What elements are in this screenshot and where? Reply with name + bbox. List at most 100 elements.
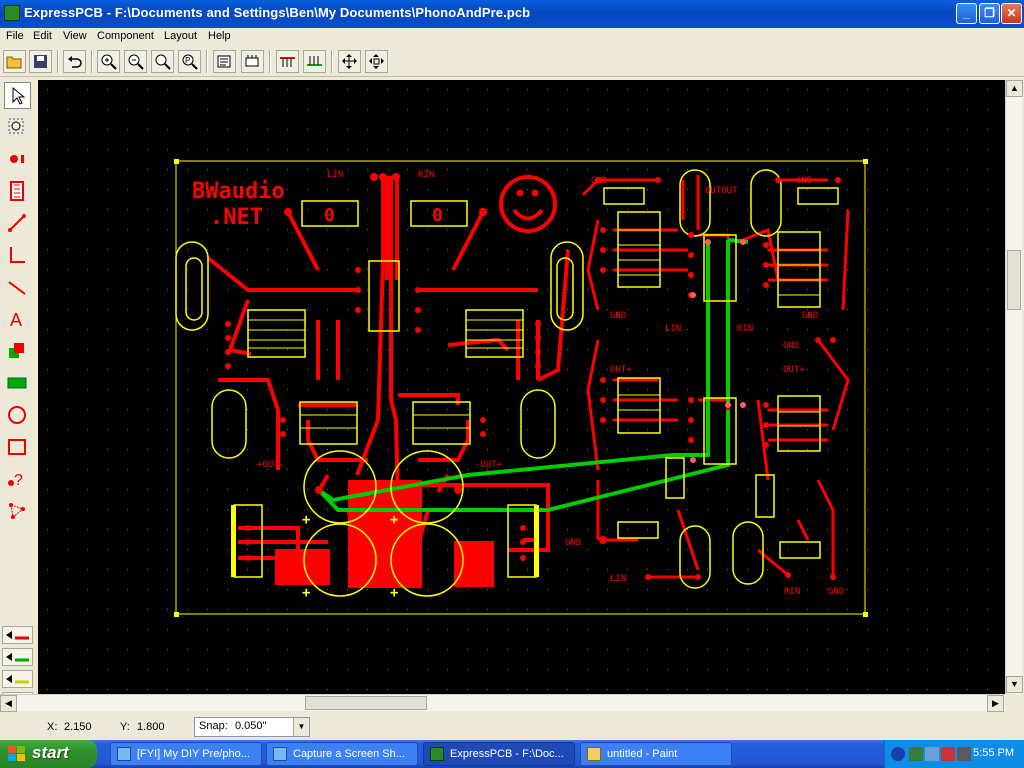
label-gnd-4: GND bbox=[802, 311, 818, 321]
netlist-icon[interactable] bbox=[4, 498, 31, 525]
move-icon[interactable] bbox=[338, 50, 361, 73]
zoom-in-icon[interactable] bbox=[97, 50, 120, 73]
svg-text:A: A bbox=[10, 310, 22, 329]
select-arrow-icon[interactable] bbox=[4, 82, 31, 109]
component-manager-icon[interactable] bbox=[241, 50, 264, 73]
tray-expand-icon[interactable] bbox=[891, 747, 905, 761]
label-rin-top: RIN bbox=[418, 170, 434, 180]
taskbar-item-paint[interactable]: untitled - Paint bbox=[580, 742, 732, 766]
toolbar: P bbox=[0, 47, 1024, 77]
layer-bottom-toggle[interactable] bbox=[2, 648, 33, 666]
undo-icon[interactable] bbox=[63, 50, 86, 73]
x-label: X: bbox=[47, 721, 58, 733]
snap-label: Snap: bbox=[199, 720, 228, 732]
menu-bar: File Edit View Component Layout Help bbox=[0, 28, 1024, 46]
menu-edit[interactable]: Edit bbox=[33, 30, 52, 42]
chevron-down-icon[interactable]: ▼ bbox=[293, 718, 309, 736]
top-layer-icon[interactable] bbox=[276, 50, 299, 73]
zoom-previous-icon[interactable]: P bbox=[178, 50, 201, 73]
scroll-down-icon[interactable]: ▼ bbox=[1006, 676, 1023, 693]
horizontal-scroll-thumb[interactable] bbox=[305, 696, 427, 710]
y-coordinate: 1.800 bbox=[137, 721, 165, 733]
label-gnd-5: GND bbox=[783, 341, 799, 351]
save-icon[interactable] bbox=[29, 50, 52, 73]
label-gnd-1: GND bbox=[591, 176, 607, 186]
rotate-icon[interactable] bbox=[365, 50, 388, 73]
component-icon[interactable] bbox=[4, 178, 31, 205]
taskbar: start [FYI] My DIY Pre/pho... Capture a … bbox=[0, 740, 1024, 768]
restore-button[interactable]: ❐ bbox=[979, 3, 1000, 24]
layer-top-toggle[interactable] bbox=[2, 626, 33, 644]
label-out-right: -OUT+ bbox=[475, 460, 503, 470]
start-button[interactable]: start bbox=[0, 740, 97, 768]
ie-icon bbox=[117, 747, 131, 761]
label-gnd-3: GND bbox=[610, 311, 626, 321]
label-gnd-2: GND bbox=[796, 176, 812, 186]
svg-text:P: P bbox=[185, 56, 190, 65]
network-icon[interactable] bbox=[909, 747, 923, 761]
minimize-button[interactable]: _ bbox=[956, 3, 977, 24]
close-button[interactable]: ✕ bbox=[1001, 3, 1022, 24]
pad-icon[interactable] bbox=[4, 146, 31, 173]
zoom-window-icon[interactable] bbox=[151, 50, 174, 73]
label-outout: OUTOUT bbox=[705, 186, 738, 196]
corner-trace-icon[interactable] bbox=[4, 242, 31, 269]
rectangle-icon[interactable] bbox=[4, 434, 31, 461]
menu-help[interactable]: Help bbox=[208, 30, 231, 42]
start-label: start bbox=[32, 743, 69, 762]
open-icon[interactable] bbox=[3, 50, 26, 73]
snap-value: 0.050" bbox=[235, 720, 267, 732]
horizontal-scrollbar[interactable]: ◀ ▶ bbox=[0, 694, 1005, 712]
system-tray: 5:55 PM bbox=[884, 740, 1024, 768]
monitor-icon[interactable] bbox=[925, 747, 939, 761]
menu-view[interactable]: View bbox=[63, 30, 87, 42]
label-lin-mid: LIN bbox=[665, 324, 681, 334]
vertical-scroll-thumb[interactable] bbox=[1007, 250, 1021, 310]
straight-trace-icon[interactable] bbox=[4, 274, 31, 301]
query-icon[interactable]: ? bbox=[4, 466, 31, 493]
brand-bwaudio: BWaudio bbox=[192, 179, 285, 204]
app-window: ExpressPCB - F:\Documents and Settings\B… bbox=[0, 0, 1024, 740]
vertical-scrollbar[interactable]: ▲ ▼ bbox=[1005, 80, 1023, 694]
zoom-out-icon[interactable] bbox=[124, 50, 147, 73]
svg-text:+: + bbox=[390, 585, 398, 601]
paint-icon bbox=[587, 747, 601, 761]
layer-silk-toggle[interactable] bbox=[2, 670, 33, 688]
status-bar: X: 2.150 Y: 1.800 Snap: 0.050" ▼ bbox=[0, 714, 1024, 740]
menu-layout[interactable]: Layout bbox=[164, 30, 197, 42]
title-bar[interactable]: ExpressPCB - F:\Documents and Settings\B… bbox=[0, 0, 1024, 28]
trace-icon[interactable] bbox=[4, 210, 31, 237]
x-coordinate: 2.150 bbox=[64, 721, 92, 733]
snap-dropdown[interactable]: Snap: 0.050" ▼ bbox=[194, 717, 310, 737]
label-lin-bottom: LIN bbox=[610, 574, 626, 584]
bottom-layer-icon[interactable] bbox=[303, 50, 326, 73]
menu-component[interactable]: Component bbox=[97, 30, 154, 42]
ie-icon bbox=[273, 747, 287, 761]
label-gnd-7: GND bbox=[828, 587, 844, 597]
scroll-left-icon[interactable]: ◀ bbox=[0, 695, 17, 712]
properties-icon[interactable] bbox=[213, 50, 236, 73]
label-out-left: +OUT- bbox=[257, 460, 284, 470]
label-rin-mid: RIN bbox=[737, 324, 753, 334]
filled-plane-icon[interactable] bbox=[4, 370, 31, 397]
expresspcb-icon bbox=[430, 747, 444, 761]
antivirus-icon[interactable] bbox=[941, 747, 955, 761]
scroll-right-icon[interactable]: ▶ bbox=[987, 695, 1004, 712]
label-rin-bottom: RIN bbox=[784, 587, 800, 597]
windows-logo-icon bbox=[8, 746, 25, 761]
scroll-up-icon[interactable]: ▲ bbox=[1006, 80, 1023, 97]
svg-text:+: + bbox=[302, 512, 310, 528]
label-gnd-6: GND bbox=[565, 538, 581, 548]
pcb-canvas[interactable]: + + + + LIN RIN GND OUTOUT GND GND LIN R… bbox=[38, 80, 1005, 694]
menu-file[interactable]: File bbox=[6, 30, 24, 42]
volume-icon[interactable] bbox=[957, 747, 971, 761]
taskbar-item-expresspcb[interactable]: ExpressPCB - F:\Doc... bbox=[423, 742, 575, 766]
layer-swap-icon[interactable] bbox=[4, 338, 31, 365]
taskbar-item-capture[interactable]: Capture a Screen Sh... bbox=[266, 742, 418, 766]
zoom-select-icon[interactable] bbox=[4, 114, 31, 141]
circle-icon[interactable] bbox=[4, 402, 31, 429]
taskbar-item-forum[interactable]: [FYI] My DIY Pre/pho... bbox=[110, 742, 262, 766]
svg-text:+: + bbox=[302, 585, 310, 601]
clock: 5:55 PM bbox=[973, 747, 1014, 759]
text-icon[interactable]: A bbox=[4, 306, 31, 333]
